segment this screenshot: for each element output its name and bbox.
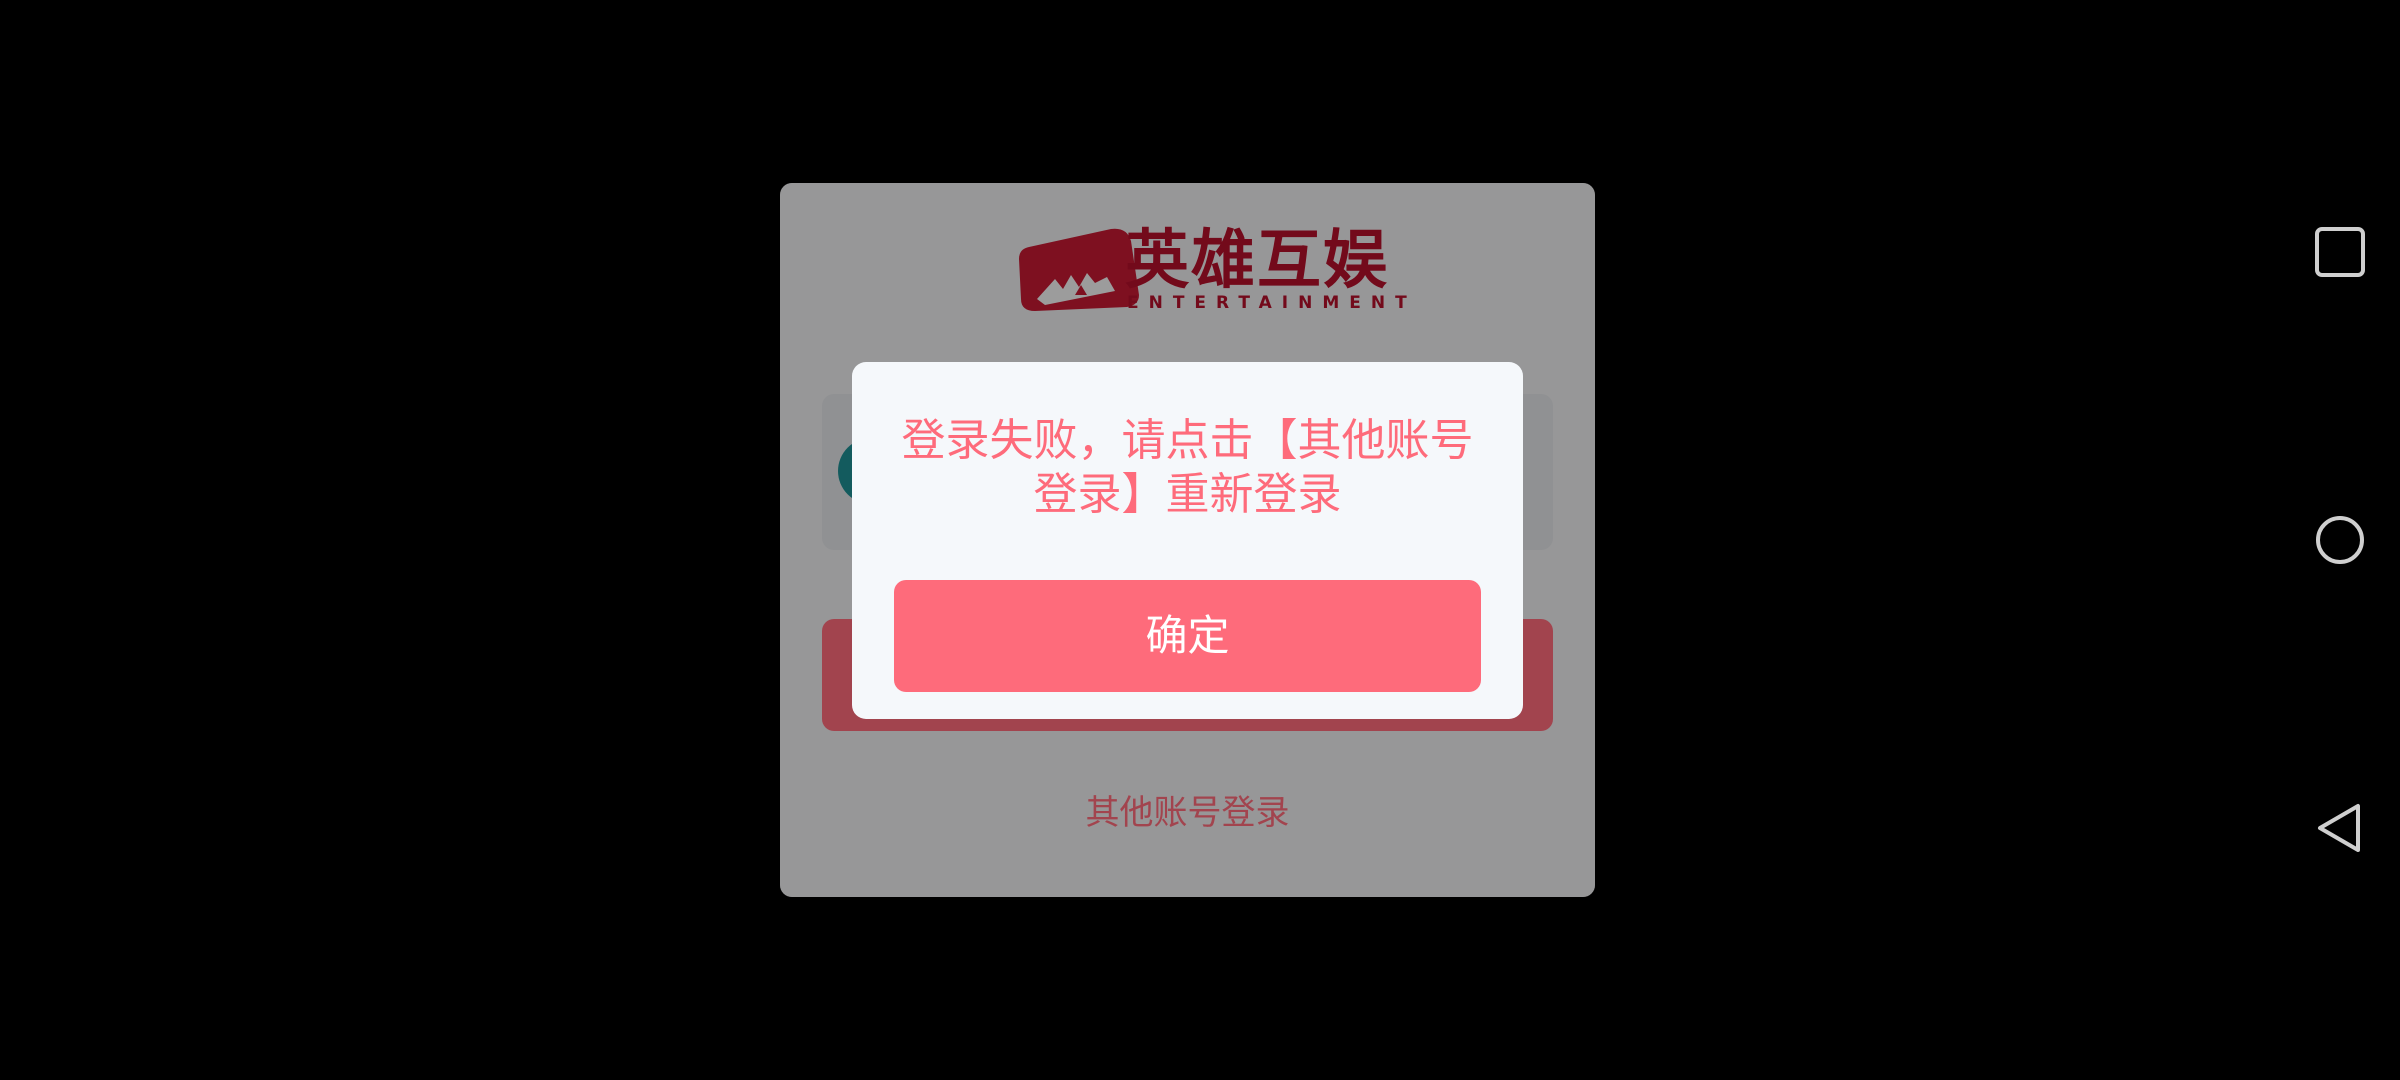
back-button[interactable] — [2280, 768, 2400, 888]
login-failed-dialog: 登录失败，请点击【其他账号登录】重新登录 确定 — [852, 362, 1523, 719]
brand-logo: 英雄互娱 ENTERTAINMENT — [1015, 221, 1407, 319]
logo-text: 英雄互娱 — [1125, 224, 1389, 298]
other-account-login-link[interactable]: 其他账号登录 — [780, 783, 1595, 843]
logo-subtext: ENTERTAINMENT — [1127, 293, 1417, 313]
system-nav-bar — [2280, 0, 2400, 1080]
recents-button[interactable] — [2280, 192, 2400, 312]
screen: 英雄互娱 ENTERTAINMENT 其他账号登录 登录失败，请点击【其他账号登… — [0, 0, 2400, 1080]
home-circle-icon — [2316, 516, 2364, 564]
recents-square-icon — [2315, 227, 2365, 277]
home-button[interactable] — [2280, 480, 2400, 600]
confirm-button[interactable]: 确定 — [894, 580, 1481, 692]
back-triangle-icon — [2318, 804, 2360, 852]
dialog-message: 登录失败，请点击【其他账号登录】重新登录 — [901, 415, 1474, 520]
